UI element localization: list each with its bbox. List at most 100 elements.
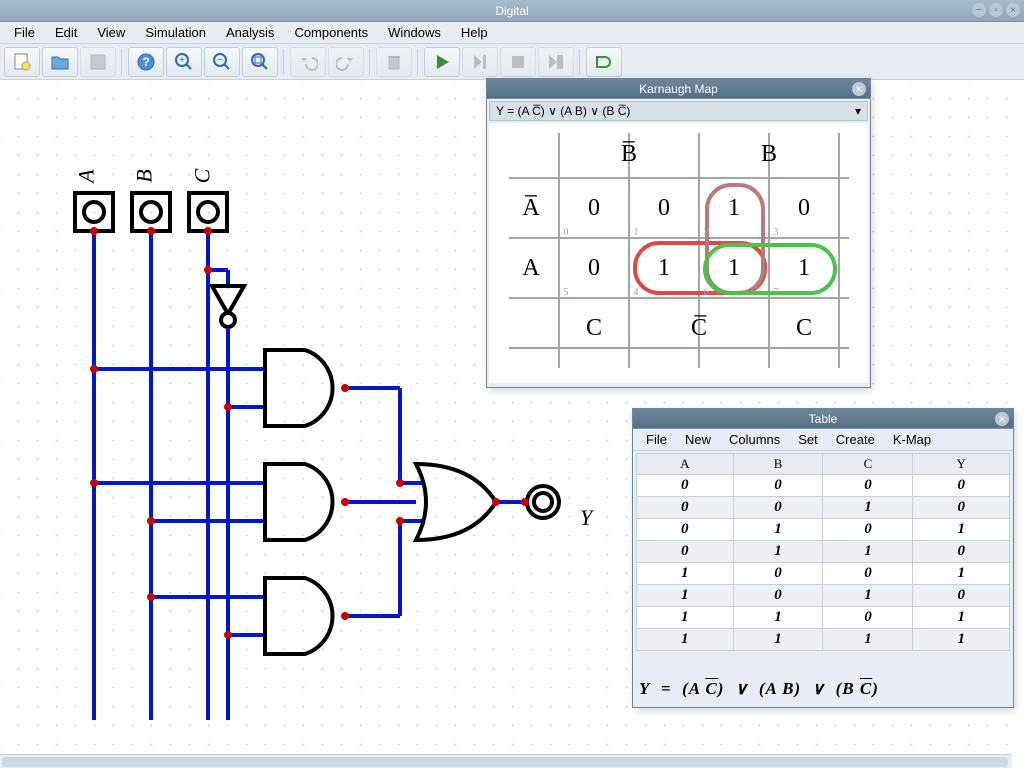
- new-file-button[interactable]: [4, 47, 40, 77]
- table-row[interactable]: 0000: [637, 475, 1010, 497]
- table-cell[interactable]: 1: [913, 607, 1010, 629]
- table-header[interactable]: A: [637, 454, 734, 475]
- kmap-body: B̅ B A̅ A C C̅ C 00100111 01235467: [489, 123, 868, 383]
- table-cell[interactable]: 1: [733, 519, 823, 541]
- table-cell[interactable]: 0: [823, 519, 913, 541]
- menu-analysis[interactable]: Analysis: [218, 23, 282, 42]
- menu-view[interactable]: View: [89, 23, 133, 42]
- close-button[interactable]: ×: [1006, 3, 1020, 17]
- window-title: Digital: [495, 4, 528, 18]
- table-cell[interactable]: 0: [913, 497, 1010, 519]
- table-menu-kmap[interactable]: K-Map: [886, 430, 938, 449]
- table-titlebar[interactable]: Table ×: [633, 409, 1013, 429]
- redo-button[interactable]: [328, 47, 364, 77]
- table-header[interactable]: Y: [913, 454, 1010, 475]
- delete-button[interactable]: [376, 47, 412, 77]
- table-row[interactable]: 0101: [637, 519, 1010, 541]
- table-header[interactable]: C: [823, 454, 913, 475]
- menu-windows[interactable]: Windows: [380, 23, 449, 42]
- pause-button[interactable]: [538, 47, 574, 77]
- table-cell[interactable]: 1: [637, 629, 734, 651]
- table-cell[interactable]: 1: [913, 563, 1010, 585]
- svg-text:C: C: [796, 315, 812, 341]
- table-row[interactable]: 1111: [637, 629, 1010, 651]
- hscrollbar[interactable]: [0, 754, 1012, 768]
- svg-text:B̅: B̅: [621, 141, 637, 167]
- undo-button[interactable]: [290, 47, 326, 77]
- table-cell[interactable]: 0: [823, 563, 913, 585]
- table-row[interactable]: 1101: [637, 607, 1010, 629]
- toolbar-sep: [579, 49, 581, 75]
- step-button[interactable]: [462, 47, 498, 77]
- zoom-fit-button[interactable]: [242, 47, 278, 77]
- table-cell[interactable]: 1: [913, 629, 1010, 651]
- table-cell[interactable]: 1: [913, 519, 1010, 541]
- toolbar: ? + −: [0, 44, 1024, 80]
- window-buttons: − ▫ ×: [972, 3, 1020, 17]
- table-cell[interactable]: 0: [913, 585, 1010, 607]
- svg-text:0: 0: [588, 195, 600, 221]
- zoom-in-button[interactable]: +: [166, 47, 202, 77]
- table-row[interactable]: 0010: [637, 497, 1010, 519]
- table-cell[interactable]: 1: [637, 563, 734, 585]
- table-cell[interactable]: 1: [733, 541, 823, 563]
- svg-text:1: 1: [728, 195, 740, 221]
- togate-button[interactable]: [586, 47, 622, 77]
- menu-simulation[interactable]: Simulation: [137, 23, 214, 42]
- table-cell[interactable]: 0: [823, 607, 913, 629]
- minimize-button[interactable]: −: [972, 3, 986, 17]
- table-cell[interactable]: 1: [637, 585, 734, 607]
- table-menu-file[interactable]: File: [639, 430, 674, 449]
- run-button[interactable]: [424, 47, 460, 77]
- table-window[interactable]: Table × File New Columns Set Create K-Ma…: [632, 408, 1014, 708]
- maximize-button[interactable]: ▫: [989, 3, 1003, 17]
- stop-button[interactable]: [500, 47, 536, 77]
- zoom-out-button[interactable]: −: [204, 47, 240, 77]
- menubar: File Edit View Simulation Analysis Compo…: [0, 22, 1024, 44]
- table-cell[interactable]: 0: [733, 475, 823, 497]
- table-cell[interactable]: 0: [823, 475, 913, 497]
- table-header[interactable]: B: [733, 454, 823, 475]
- table-cell[interactable]: 0: [637, 475, 734, 497]
- kmap-formula-text: Y = (A C̅) ∨ (A B) ∨ (B C̅): [496, 104, 630, 118]
- menu-edit[interactable]: Edit: [47, 23, 85, 42]
- table-cell[interactable]: 1: [733, 607, 823, 629]
- table-menu-columns[interactable]: Columns: [722, 430, 787, 449]
- svg-text:C: C: [586, 315, 602, 341]
- table-cell[interactable]: 1: [823, 585, 913, 607]
- help-button[interactable]: ?: [128, 47, 164, 77]
- table-cell[interactable]: 0: [733, 563, 823, 585]
- truth-table[interactable]: ABCY 00000010010101101001101011011111: [636, 453, 1010, 651]
- table-cell[interactable]: 1: [823, 541, 913, 563]
- table-cell[interactable]: 1: [733, 629, 823, 651]
- table-cell[interactable]: 0: [733, 585, 823, 607]
- table-close-icon[interactable]: ×: [995, 412, 1009, 426]
- menu-help[interactable]: Help: [453, 23, 496, 42]
- kmap-titlebar[interactable]: Karnaugh Map ×: [487, 79, 870, 99]
- kmap-close-icon[interactable]: ×: [852, 82, 866, 96]
- menu-components[interactable]: Components: [286, 23, 376, 42]
- svg-text:0: 0: [588, 255, 600, 281]
- table-row[interactable]: 1010: [637, 585, 1010, 607]
- table-cell[interactable]: 0: [637, 519, 734, 541]
- kmap-formula-dropdown[interactable]: Y = (A C̅) ∨ (A B) ∨ (B C̅) ▾: [489, 101, 868, 121]
- table-menubar: File New Columns Set Create K-Map: [633, 429, 1013, 451]
- kmap-window[interactable]: Karnaugh Map × Y = (A C̅) ∨ (A B) ∨ (B C…: [486, 78, 871, 388]
- table-menu-new[interactable]: New: [678, 430, 718, 449]
- save-button[interactable]: [80, 47, 116, 77]
- table-cell[interactable]: 1: [637, 607, 734, 629]
- table-cell[interactable]: 1: [823, 629, 913, 651]
- open-file-button[interactable]: [42, 47, 78, 77]
- table-menu-create[interactable]: Create: [829, 430, 882, 449]
- table-cell[interactable]: 0: [637, 541, 734, 563]
- table-cell[interactable]: 0: [637, 497, 734, 519]
- table-cell[interactable]: 0: [913, 475, 1010, 497]
- menu-file[interactable]: File: [6, 23, 43, 42]
- table-cell[interactable]: 1: [823, 497, 913, 519]
- table-row[interactable]: 0110: [637, 541, 1010, 563]
- table-row[interactable]: 1001: [637, 563, 1010, 585]
- svg-text:1: 1: [798, 255, 810, 281]
- table-cell[interactable]: 0: [913, 541, 1010, 563]
- table-cell[interactable]: 0: [733, 497, 823, 519]
- table-menu-set[interactable]: Set: [791, 430, 825, 449]
